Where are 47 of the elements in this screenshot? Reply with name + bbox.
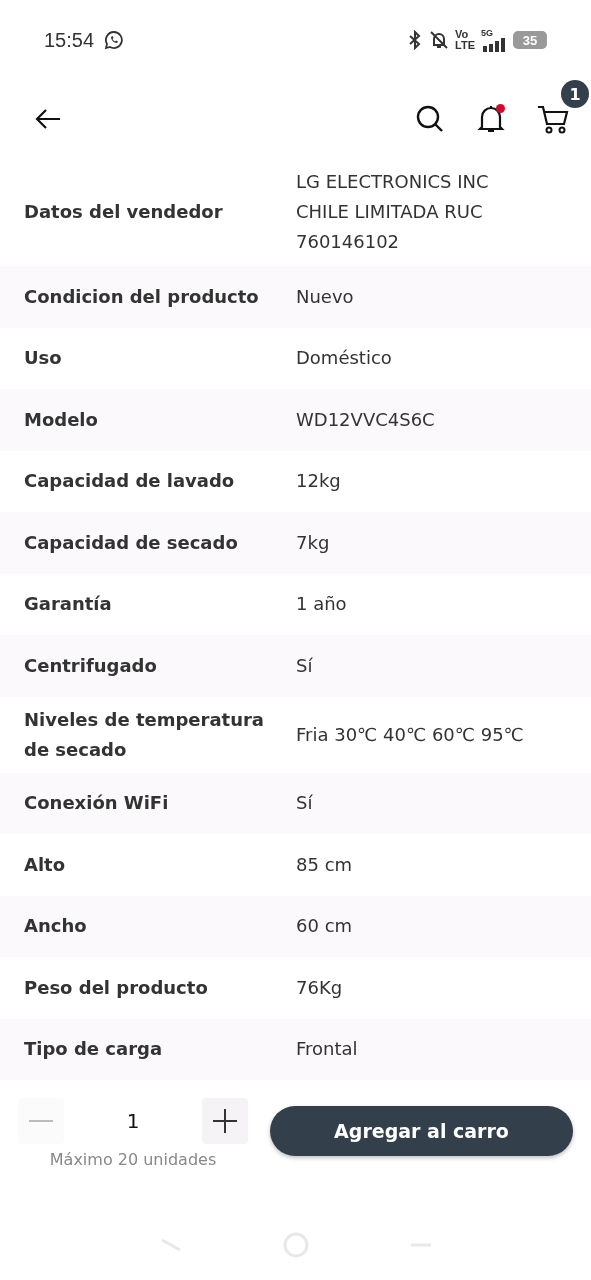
cart-count-badge: 1 <box>561 80 589 108</box>
add-to-cart-button[interactable]: Agregar al carro <box>270 1106 573 1156</box>
spec-value: LG ELECTRONICS INC CHILE LIMITADA RUC 760146102 <box>296 170 490 254</box>
notifications-button[interactable] <box>477 103 505 135</box>
spec-value: 7kg <box>296 530 331 555</box>
signal-icon <box>481 37 507 52</box>
spec-label: Modelo <box>24 407 99 432</box>
spec-label: Capacidad de secado <box>24 530 239 555</box>
spec-value: Fria 30℃ 40℃ 60℃ 95℃ <box>296 722 525 747</box>
volte-label: Vo <box>455 29 470 40</box>
max-units-note: Máximo 20 unidades <box>49 1150 217 1169</box>
spec-value: 85 cm <box>296 852 354 877</box>
spec-label: Niveles de temperatura de secado <box>24 707 266 762</box>
spec-label: Peso del producto <box>24 975 209 1000</box>
spec-label: Tipo de carga <box>24 1037 164 1062</box>
spec-value: 76Kg <box>296 975 344 1000</box>
spec-value: Doméstico <box>296 346 393 371</box>
minus-icon <box>29 1119 53 1123</box>
spec-label: Alto <box>24 852 67 877</box>
spec-label: Garantía <box>24 592 113 617</box>
spec-label: Condicion del producto <box>24 284 260 309</box>
cart-button[interactable] <box>537 104 569 134</box>
spec-label: Centrifugado <box>24 653 158 678</box>
spec-value: WD12VVC4S6C <box>296 407 436 432</box>
volte-label: LTE <box>455 40 475 51</box>
spec-label: Capacidad de lavado <box>24 469 236 494</box>
network-label: 5G <box>481 28 494 38</box>
spec-value: Nuevo <box>296 284 355 309</box>
spec-value: Frontal <box>296 1037 359 1062</box>
spec-label: Uso <box>24 346 63 371</box>
spec-label: Ancho <box>24 914 88 939</box>
spec-label: Conexión WiFi <box>24 791 170 816</box>
plus-icon <box>213 1109 237 1133</box>
search-button[interactable] <box>415 104 445 134</box>
spec-label: Datos del vendedor <box>24 200 224 224</box>
increase-button[interactable] <box>202 1098 248 1144</box>
spec-value: 60 cm <box>296 914 354 939</box>
muted-bell-icon <box>429 30 450 50</box>
spec-value: Sí <box>296 653 314 678</box>
quantity-value: 1 <box>126 1109 140 1133</box>
spec-value: 1 año <box>296 592 348 617</box>
spec-value: Sí <box>296 791 314 816</box>
spec-value: 12kg <box>296 469 342 494</box>
battery-indicator: 35 <box>513 31 547 49</box>
back-button[interactable] <box>34 107 62 131</box>
chat-bubble-icon <box>104 30 125 50</box>
clock: 15:54 <box>44 28 95 52</box>
